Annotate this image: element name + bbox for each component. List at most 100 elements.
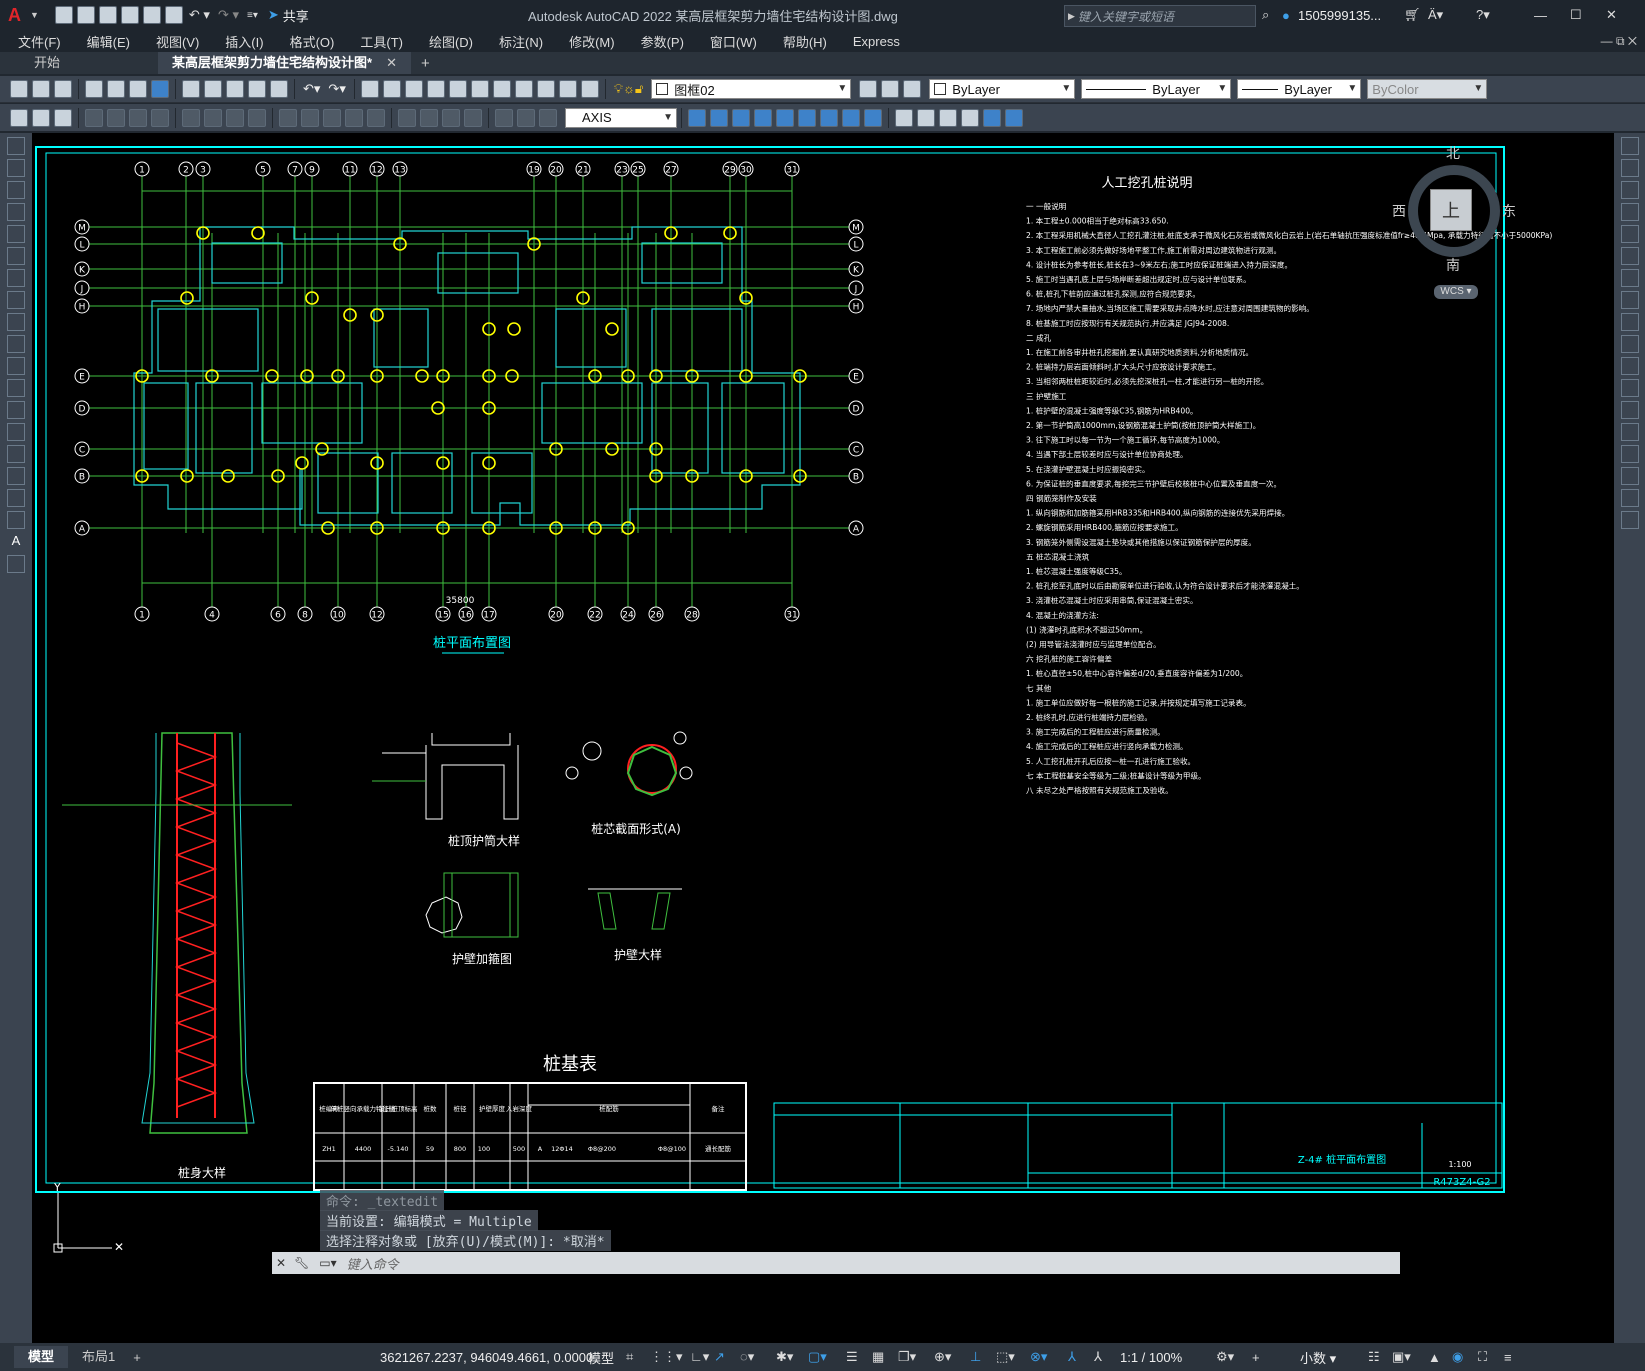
clean-screen-icon[interactable]: ⛶ (1478, 1349, 1487, 1365)
ellipse-arc-icon[interactable] (7, 357, 25, 375)
copy-obj-icon[interactable] (917, 108, 935, 127)
markup-3-icon[interactable] (54, 108, 72, 127)
offset-icon[interactable] (961, 108, 979, 127)
share-button[interactable]: ➤ 共享 (268, 6, 309, 25)
dynamic-ucs-icon[interactable]: ⊥ (970, 1349, 981, 1365)
insert-block-icon[interactable] (688, 108, 706, 127)
mtext-icon[interactable]: A (7, 533, 25, 551)
join-icon[interactable] (1621, 423, 1639, 441)
revision-cloud-icon[interactable] (7, 291, 25, 309)
point-draw-icon[interactable] (7, 423, 25, 441)
inspection-icon[interactable] (442, 108, 460, 127)
customize-qat-icon[interactable]: ≡▾ (247, 10, 258, 21)
mtext-tb-icon[interactable] (842, 108, 860, 127)
viewcube-west[interactable]: 西 (1392, 201, 1406, 221)
gradient-draw-icon[interactable] (7, 467, 25, 485)
linetype-dropdown[interactable]: ByLayer ▼ (1081, 79, 1232, 99)
copy-icon[interactable] (204, 80, 222, 98)
auto-scale-icon[interactable]: ⅄ (1094, 1349, 1102, 1365)
menu-file[interactable]: 文件(F) (18, 32, 61, 51)
markup-2-icon[interactable] (32, 108, 50, 127)
units-dropdown[interactable]: 小数 ▾ (1300, 1348, 1336, 1367)
scale-icon[interactable] (1621, 291, 1639, 309)
lineweight-toggle-icon[interactable]: ☰ (846, 1349, 858, 1365)
selection-filter-icon[interactable]: ⬚▾ (996, 1349, 1015, 1365)
properties-icon[interactable] (448, 80, 467, 98)
quick-dim-icon[interactable] (279, 108, 297, 127)
dim-edit-icon[interactable] (495, 108, 513, 127)
tool-palettes-icon[interactable] (492, 80, 511, 98)
viewcube-south[interactable]: 南 (1446, 255, 1460, 275)
menu-parametric[interactable]: 参数(P) (641, 32, 684, 51)
command-input[interactable]: 键入命令 (347, 1254, 399, 1273)
hatch-draw-icon[interactable] (7, 445, 25, 463)
3d-dwf-icon[interactable] (151, 80, 169, 98)
viewcube-east[interactable]: 东 (1502, 201, 1516, 221)
menu-format[interactable]: 格式(O) (290, 32, 335, 51)
menu-tools[interactable]: 工具(T) (360, 32, 403, 51)
lineweight-dropdown[interactable]: ByLayer ▼ (1237, 79, 1362, 99)
gradient-icon[interactable] (776, 108, 794, 127)
explode-icon[interactable] (1621, 511, 1639, 529)
array-icon[interactable] (983, 108, 1001, 127)
dim-radius-icon[interactable] (182, 108, 200, 127)
dim-continue-icon[interactable] (323, 108, 341, 127)
save-as-icon[interactable] (120, 6, 139, 24)
wcs-dropdown[interactable]: WCS ▾ (1434, 285, 1478, 299)
move-r-icon[interactable] (1621, 247, 1639, 265)
menu-dimension[interactable]: 标注(N) (499, 32, 543, 51)
search-box[interactable]: ▶ 键入关键字或短语 (1064, 5, 1256, 27)
viewcube-north[interactable]: 北 (1446, 143, 1460, 163)
viewcube[interactable]: 北 南 西 东 上 WCS ▾ (1392, 143, 1528, 299)
line-icon[interactable] (7, 137, 25, 155)
menu-draw[interactable]: 绘图(D) (429, 32, 473, 51)
ortho-icon[interactable]: ∟▾ (690, 1349, 709, 1365)
match-prop-icon[interactable] (248, 80, 266, 98)
app-menu-chevron-icon[interactable]: ▼ (30, 10, 39, 20)
insert-icon[interactable] (7, 379, 25, 397)
dim-aligned-icon[interactable] (107, 108, 125, 127)
print-preview-icon[interactable] (107, 80, 125, 98)
region-icon[interactable] (798, 108, 816, 127)
close-button[interactable]: ✕ (1606, 7, 1617, 23)
add-tab-button[interactable]: + (421, 55, 430, 72)
sheet-set-icon[interactable] (514, 80, 533, 98)
mirror-r-icon[interactable] (1621, 181, 1639, 199)
cart-icon[interactable]: 🛒︎ (1404, 7, 1421, 23)
rotate-icon[interactable] (1621, 269, 1639, 287)
cut-icon[interactable] (182, 80, 200, 98)
doc-window-controls[interactable]: — ⧉ ✕ (1601, 34, 1637, 49)
dim-baseline-icon[interactable] (301, 108, 319, 127)
redo-tb-icon[interactable]: ↷▾ (328, 81, 345, 97)
plot-icon[interactable] (164, 6, 183, 24)
menu-express[interactable]: Express (853, 34, 900, 49)
menu-window[interactable]: 窗口(W) (710, 32, 757, 51)
layer-match-icon[interactable] (903, 80, 922, 98)
command-close-icon[interactable]: ✕ (276, 1256, 286, 1270)
hardware-acceleration-icon[interactable]: ◉ (1452, 1349, 1463, 1365)
gizmo-icon[interactable]: ⊗▾ (1030, 1349, 1047, 1365)
array-r-icon[interactable] (1621, 225, 1639, 243)
annotation-scale[interactable]: 1:1 / 100% (1120, 1350, 1182, 1365)
workspace-icon[interactable]: ⚙▾ (1216, 1349, 1234, 1365)
break-icon[interactable] (1621, 401, 1639, 419)
undo-tb-icon[interactable]: ↶▾ (303, 81, 320, 97)
layer-properties-icon[interactable] (859, 80, 878, 98)
fillet-icon[interactable] (1621, 467, 1639, 485)
grid-icon[interactable]: ⌗ (626, 1349, 633, 1365)
new-file-icon[interactable] (54, 6, 73, 24)
menu-edit[interactable]: 编辑(E) (87, 32, 130, 51)
rectangle-icon[interactable] (7, 225, 25, 243)
menu-modify[interactable]: 修改(M) (569, 32, 615, 51)
tab-start[interactable]: 开始 (20, 52, 158, 74)
isolate-objects-icon[interactable]: ▲ (1428, 1350, 1441, 1365)
tab-close-icon[interactable]: ✕ (386, 52, 397, 74)
design-center-icon[interactable] (470, 80, 489, 98)
autocad-logo-icon[interactable]: A (8, 5, 30, 26)
publish-icon[interactable] (129, 80, 147, 98)
zoom-realtime-icon[interactable] (382, 80, 401, 98)
coordinates-readout[interactable]: 3621267.2237, 946049.4661, 0.0000 (380, 1350, 593, 1365)
help-tb-icon[interactable] (580, 80, 599, 98)
lock-ui-icon[interactable]: ▣▾ (1392, 1349, 1411, 1365)
break-point-icon[interactable] (1621, 379, 1639, 397)
